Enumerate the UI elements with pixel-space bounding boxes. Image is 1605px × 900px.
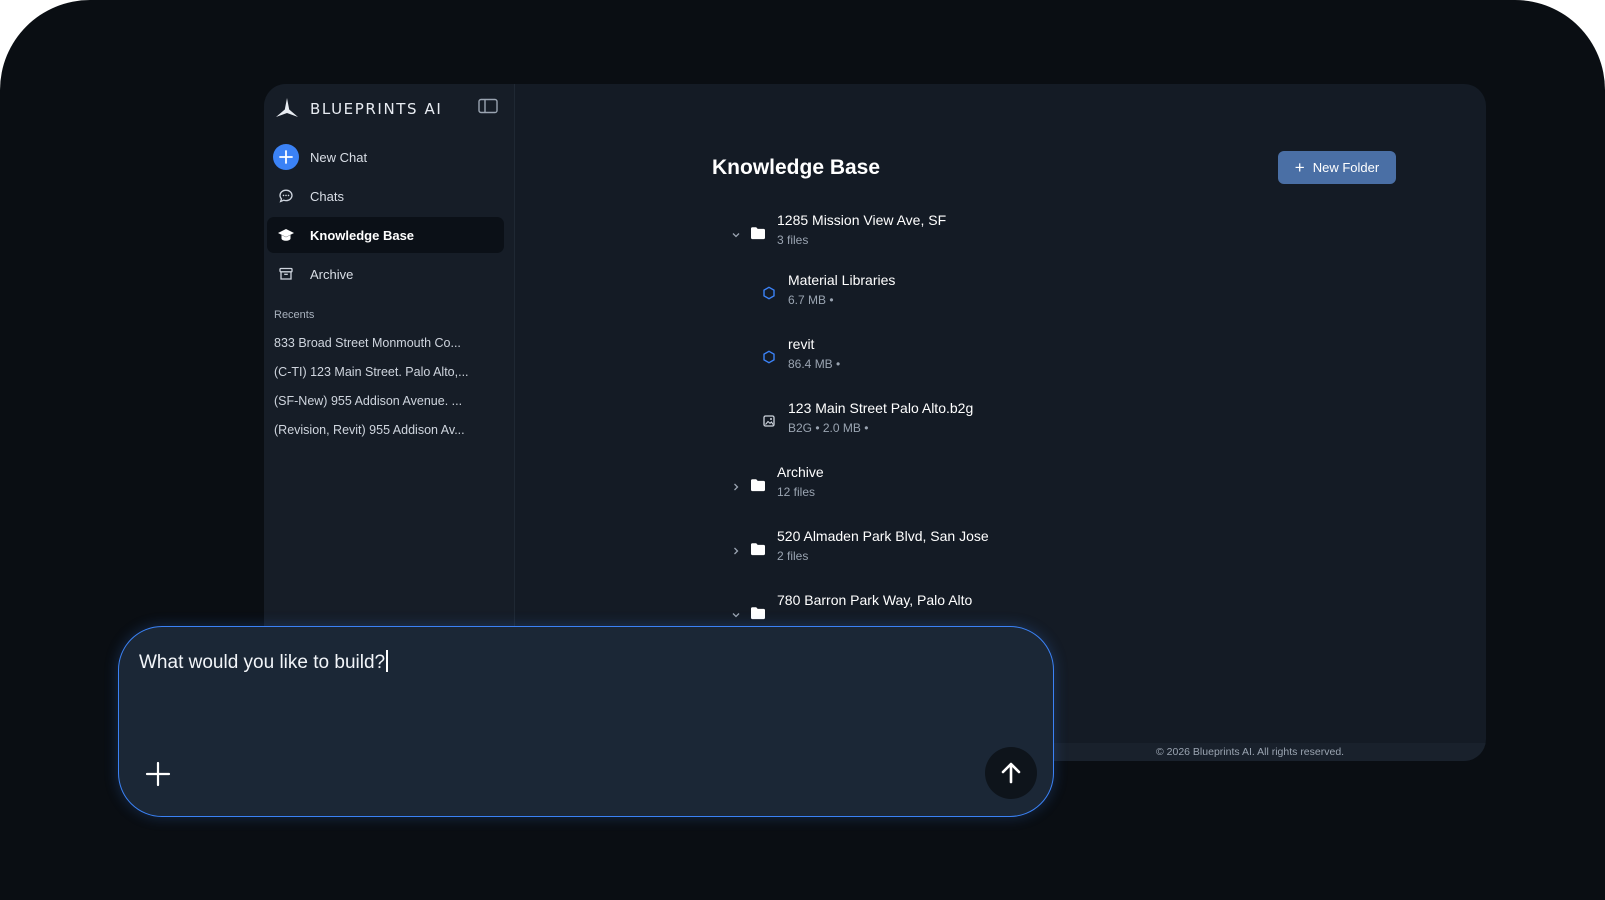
folder-name: Archive — [777, 464, 824, 480]
brand-name: BLUEPRINTS AI — [310, 100, 443, 118]
recent-chat-item[interactable]: (SF-New) 955 Addison Avenue. ... — [274, 394, 462, 408]
folder-name: 1285 Mission View Ave, SF — [777, 212, 947, 228]
text-caret — [386, 650, 388, 672]
folder-meta: 12 files — [777, 485, 816, 499]
sidebar-item-knowledge-base[interactable]: Knowledge Base — [267, 217, 504, 253]
chevron-down-icon[interactable] — [730, 609, 742, 621]
plus-circle-icon — [273, 144, 299, 170]
page-title: Knowledge Base — [712, 156, 881, 179]
recents-heading: Recents — [274, 309, 315, 321]
file-row[interactable]: 123 Main Street Palo Alto.b2g B2G • 2.0 … — [514, 400, 1214, 442]
file-meta: B2G • 2.0 MB • — [788, 421, 869, 435]
sidebar-toggle-icon[interactable] — [478, 98, 498, 114]
folder-row[interactable]: 1285 Mission View Ave, SF 3 files — [514, 212, 1214, 254]
file-name: 123 Main Street Palo Alto.b2g — [788, 400, 974, 416]
blueprints-logo-icon — [276, 98, 298, 117]
sidebar-item-archive[interactable]: Archive — [267, 256, 504, 292]
folder-icon — [751, 479, 765, 492]
chevron-right-icon[interactable] — [730, 481, 742, 493]
file-row[interactable]: revit 86.4 MB • — [514, 336, 1214, 378]
copyright-text: © 2026 Blueprints AI. All rights reserve… — [1156, 746, 1345, 758]
brand[interactable]: BLUEPRINTS AI — [274, 94, 442, 124]
chevron-right-icon[interactable] — [730, 545, 742, 557]
sidebar-item-label: Chats — [310, 188, 344, 204]
new-folder-label: New Folder — [1312, 160, 1380, 175]
plus-icon[interactable] — [143, 759, 173, 789]
recent-chat-item[interactable]: (Revision, Revit) 955 Addison Av... — [274, 423, 465, 437]
hexagon-icon — [763, 350, 775, 364]
file-name: revit — [788, 336, 815, 352]
image-file-icon — [763, 415, 775, 427]
device-frame: BLUEPRINTS AI New Chat Chats Knowledge B… — [0, 0, 1605, 900]
folder-meta: 2 files — [777, 549, 809, 563]
folder-icon — [751, 607, 765, 620]
folder-row[interactable]: Archive 12 files — [514, 464, 1214, 506]
sidebar-item-label: New Chat — [310, 149, 368, 165]
file-name: Material Libraries — [788, 272, 896, 288]
archive-box-icon — [279, 267, 293, 280]
folder-name: 520 Almaden Park Blvd, San Jose — [777, 528, 989, 544]
folder-icon — [751, 543, 765, 556]
sidebar-item-label: Knowledge Base — [310, 227, 415, 243]
recent-chat-item[interactable]: (C-TI) 123 Main Street. Palo Alto,... — [274, 365, 469, 379]
prompt-value: What would you like to build? — [139, 652, 386, 673]
file-meta: 86.4 MB • — [788, 357, 841, 371]
send-button[interactable] — [985, 747, 1037, 799]
graduation-cap-icon — [278, 229, 294, 241]
sidebar-item-label: Archive — [310, 266, 354, 282]
prompt-text[interactable]: What would you like to build? — [139, 650, 388, 674]
chevron-down-icon[interactable] — [730, 229, 742, 241]
folder-row[interactable]: 520 Almaden Park Blvd, San Jose 2 files — [514, 528, 1214, 570]
prompt-input[interactable]: What would you like to build? — [118, 626, 1054, 817]
folder-icon — [751, 227, 765, 240]
folder-name: 780 Barron Park Way, Palo Alto — [777, 592, 973, 608]
recent-chat-item[interactable]: 833 Broad Street Monmouth Co... — [274, 336, 461, 350]
file-row[interactable]: Material Libraries 6.7 MB • — [514, 272, 1214, 314]
sidebar-item-new-chat[interactable]: New Chat — [267, 139, 504, 175]
sidebar-item-chats[interactable]: Chats — [267, 178, 504, 214]
hexagon-icon — [763, 286, 775, 300]
chat-bubble-icon — [279, 189, 293, 203]
folder-meta: 3 files — [777, 233, 809, 247]
arrow-up-icon — [1001, 762, 1021, 784]
file-meta: 6.7 MB • — [788, 293, 834, 307]
plus-icon: + — [1294, 158, 1305, 177]
new-folder-button[interactable]: + New Folder — [1278, 151, 1396, 184]
